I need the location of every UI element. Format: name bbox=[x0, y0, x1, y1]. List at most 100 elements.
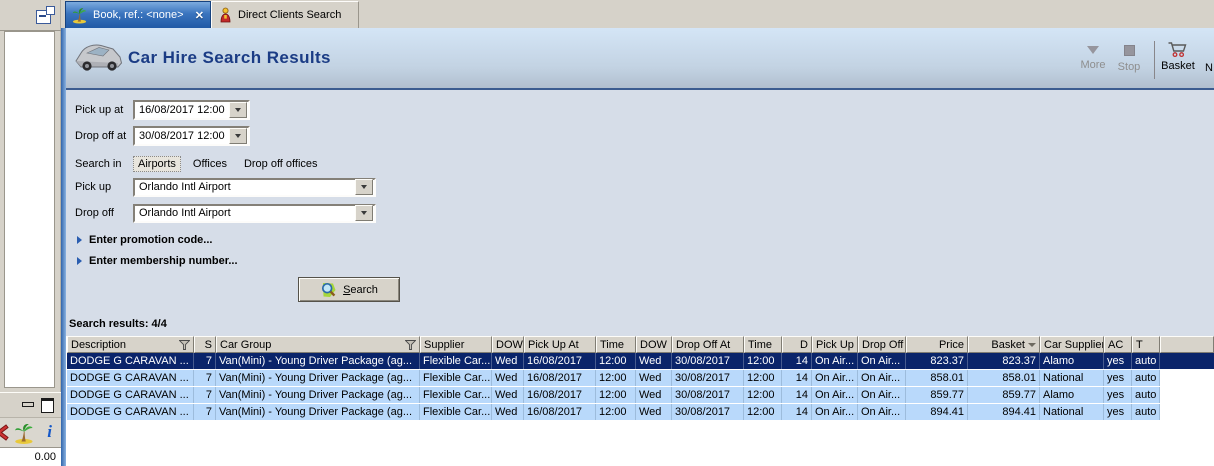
cell-pickup: On Air... bbox=[812, 370, 858, 386]
cell-d: 14 bbox=[782, 370, 812, 386]
col-supplier[interactable]: Supplier bbox=[420, 336, 492, 353]
search-in-offices[interactable]: Offices bbox=[188, 156, 232, 172]
filter-icon[interactable] bbox=[179, 339, 190, 350]
cell-price: 859.77 bbox=[906, 387, 968, 403]
result-row[interactable]: DODGE G CARAVAN ... 7 Van(Mini) - Young … bbox=[67, 404, 1214, 420]
col-description[interactable]: Description bbox=[67, 336, 194, 353]
cell-car-group: Van(Mini) - Young Driver Package (ag... bbox=[216, 353, 420, 369]
cell-dow-pickup: Wed bbox=[492, 370, 524, 386]
col-basket[interactable]: Basket bbox=[968, 336, 1040, 353]
col-time-pickup[interactable]: Time bbox=[596, 336, 636, 353]
sidebar-icon-bar: i bbox=[0, 417, 61, 448]
col-label: Car Group bbox=[220, 338, 272, 351]
car-icon bbox=[74, 36, 124, 76]
result-row[interactable]: DODGE G CARAVAN ... 7 Van(Mini) - Young … bbox=[67, 370, 1214, 386]
search-in-dropoff-offices[interactable]: Drop off offices bbox=[239, 156, 323, 172]
pickup-dropdown[interactable]: Orlando Intl Airport bbox=[133, 177, 376, 197]
col-label: Price bbox=[938, 338, 964, 351]
col-car-group[interactable]: Car Group bbox=[216, 336, 420, 353]
cell-dropoff: On Air... bbox=[858, 387, 906, 403]
basket-button[interactable]: Basket bbox=[1158, 41, 1198, 72]
sort-icon bbox=[1028, 342, 1036, 347]
cell-price: 823.37 bbox=[906, 353, 968, 369]
dropoff-at-dropdown[interactable]: 30/08/2017 12:00 bbox=[133, 126, 250, 146]
cell-pickup-at: 16/08/2017 bbox=[524, 370, 596, 386]
membership-expander[interactable]: Enter membership number... bbox=[77, 255, 238, 267]
chevron-down-icon[interactable] bbox=[229, 128, 247, 144]
pickup-at-value: 16/08/2017 12:00 bbox=[139, 104, 225, 116]
col-dropoff[interactable]: Drop Off bbox=[858, 336, 906, 353]
filter-icon[interactable] bbox=[405, 339, 416, 350]
tab-direct-clients-search[interactable]: Direct Clients Search bbox=[211, 1, 359, 28]
tab-book[interactable]: Book, ref.: <none> ✕ bbox=[65, 1, 211, 28]
basket-label: Basket bbox=[1161, 60, 1195, 72]
stop-button[interactable]: Stop bbox=[1110, 41, 1148, 73]
pickup-label: Pick up bbox=[75, 181, 112, 193]
col-label: D bbox=[800, 338, 808, 351]
col-pickup-at[interactable]: Pick Up At bbox=[524, 336, 596, 353]
search-icon bbox=[320, 282, 337, 298]
col-dropoff-at[interactable]: Drop Off At bbox=[672, 336, 744, 353]
back-arrow-icon[interactable] bbox=[0, 424, 9, 441]
col-car-supplier[interactable]: Car Supplier bbox=[1040, 336, 1104, 353]
cell-t: auto bbox=[1132, 404, 1160, 420]
cell-price: 858.01 bbox=[906, 370, 968, 386]
cell-s: 7 bbox=[194, 404, 216, 420]
close-icon[interactable]: ✕ bbox=[195, 9, 204, 22]
cell-dow-dropoff: Wed bbox=[636, 387, 672, 403]
maximize-icon[interactable] bbox=[41, 398, 54, 413]
col-label: Pick Up bbox=[816, 338, 854, 351]
minimize-icon[interactable] bbox=[22, 402, 34, 407]
person-icon bbox=[218, 7, 233, 23]
result-row[interactable]: DODGE G CARAVAN ... 7 Van(Mini) - Young … bbox=[67, 353, 1214, 369]
restore-panel-icon[interactable] bbox=[36, 6, 55, 24]
pickup-at-label: Pick up at bbox=[75, 104, 124, 116]
col-label: T bbox=[1136, 338, 1143, 351]
main-area: Book, ref.: <none> ✕ Direct Clients Sear… bbox=[61, 0, 1214, 466]
cell-dropoff: On Air... bbox=[858, 404, 906, 420]
search-button[interactable]: Search bbox=[298, 277, 400, 302]
palm-tree-icon[interactable] bbox=[14, 422, 35, 445]
stop-label: Stop bbox=[1117, 61, 1141, 73]
col-price[interactable]: Price bbox=[906, 336, 968, 353]
col-d[interactable]: D bbox=[782, 336, 812, 353]
left-sidebar: i 0.00 bbox=[0, 0, 61, 466]
dropoff-at-label: Drop off at bbox=[75, 130, 127, 142]
chevron-down-icon[interactable] bbox=[355, 179, 373, 195]
cell-pickup-at: 16/08/2017 bbox=[524, 387, 596, 403]
cell-time-pickup: 12:00 bbox=[596, 353, 636, 369]
col-s[interactable]: S bbox=[194, 336, 216, 353]
cell-description: DODGE G CARAVAN ... bbox=[67, 387, 194, 403]
col-label: DOW bbox=[496, 338, 523, 351]
bottom-panel-titlebar bbox=[0, 392, 61, 418]
promo-code-expander[interactable]: Enter promotion code... bbox=[77, 234, 212, 246]
col-ac[interactable]: AC bbox=[1104, 336, 1132, 353]
col-t[interactable]: T bbox=[1132, 336, 1160, 353]
tab-bar: Book, ref.: <none> ✕ Direct Clients Sear… bbox=[61, 0, 1214, 28]
more-button[interactable]: More bbox=[1072, 41, 1114, 71]
col-dow-dropoff[interactable]: DOW bbox=[636, 336, 672, 353]
next-button[interactable]: N bbox=[1201, 41, 1214, 74]
info-icon[interactable]: i bbox=[47, 422, 52, 442]
cell-pickup-at: 16/08/2017 bbox=[524, 353, 596, 369]
row-filler bbox=[1160, 404, 1214, 420]
chevron-down-icon[interactable] bbox=[355, 205, 373, 221]
dropoff-label: Drop off bbox=[75, 207, 114, 219]
cell-dow-pickup: Wed bbox=[492, 353, 524, 369]
result-row[interactable]: DODGE G CARAVAN ... 7 Van(Mini) - Young … bbox=[67, 387, 1214, 403]
search-in-segmented: Airports Offices Drop off offices bbox=[133, 156, 323, 172]
col-time-dropoff[interactable]: Time bbox=[744, 336, 782, 353]
pickup-at-row: Pick up at 16/08/2017 12:00 bbox=[75, 100, 250, 120]
cell-t: auto bbox=[1132, 387, 1160, 403]
col-label: Time bbox=[748, 338, 773, 351]
search-in-airports[interactable]: Airports bbox=[133, 156, 181, 172]
chevron-down-icon[interactable] bbox=[229, 102, 247, 118]
cell-ac: yes bbox=[1104, 353, 1132, 369]
cell-time-pickup: 12:00 bbox=[596, 370, 636, 386]
col-dow-pickup[interactable]: DOW bbox=[492, 336, 524, 353]
dropoff-dropdown[interactable]: Orlando Intl Airport bbox=[133, 203, 376, 223]
pickup-at-dropdown[interactable]: 16/08/2017 12:00 bbox=[133, 100, 250, 120]
cell-basket: 858.01 bbox=[968, 370, 1040, 386]
col-pickup[interactable]: Pick Up bbox=[812, 336, 858, 353]
cell-dropoff-at: 30/08/2017 bbox=[672, 370, 744, 386]
